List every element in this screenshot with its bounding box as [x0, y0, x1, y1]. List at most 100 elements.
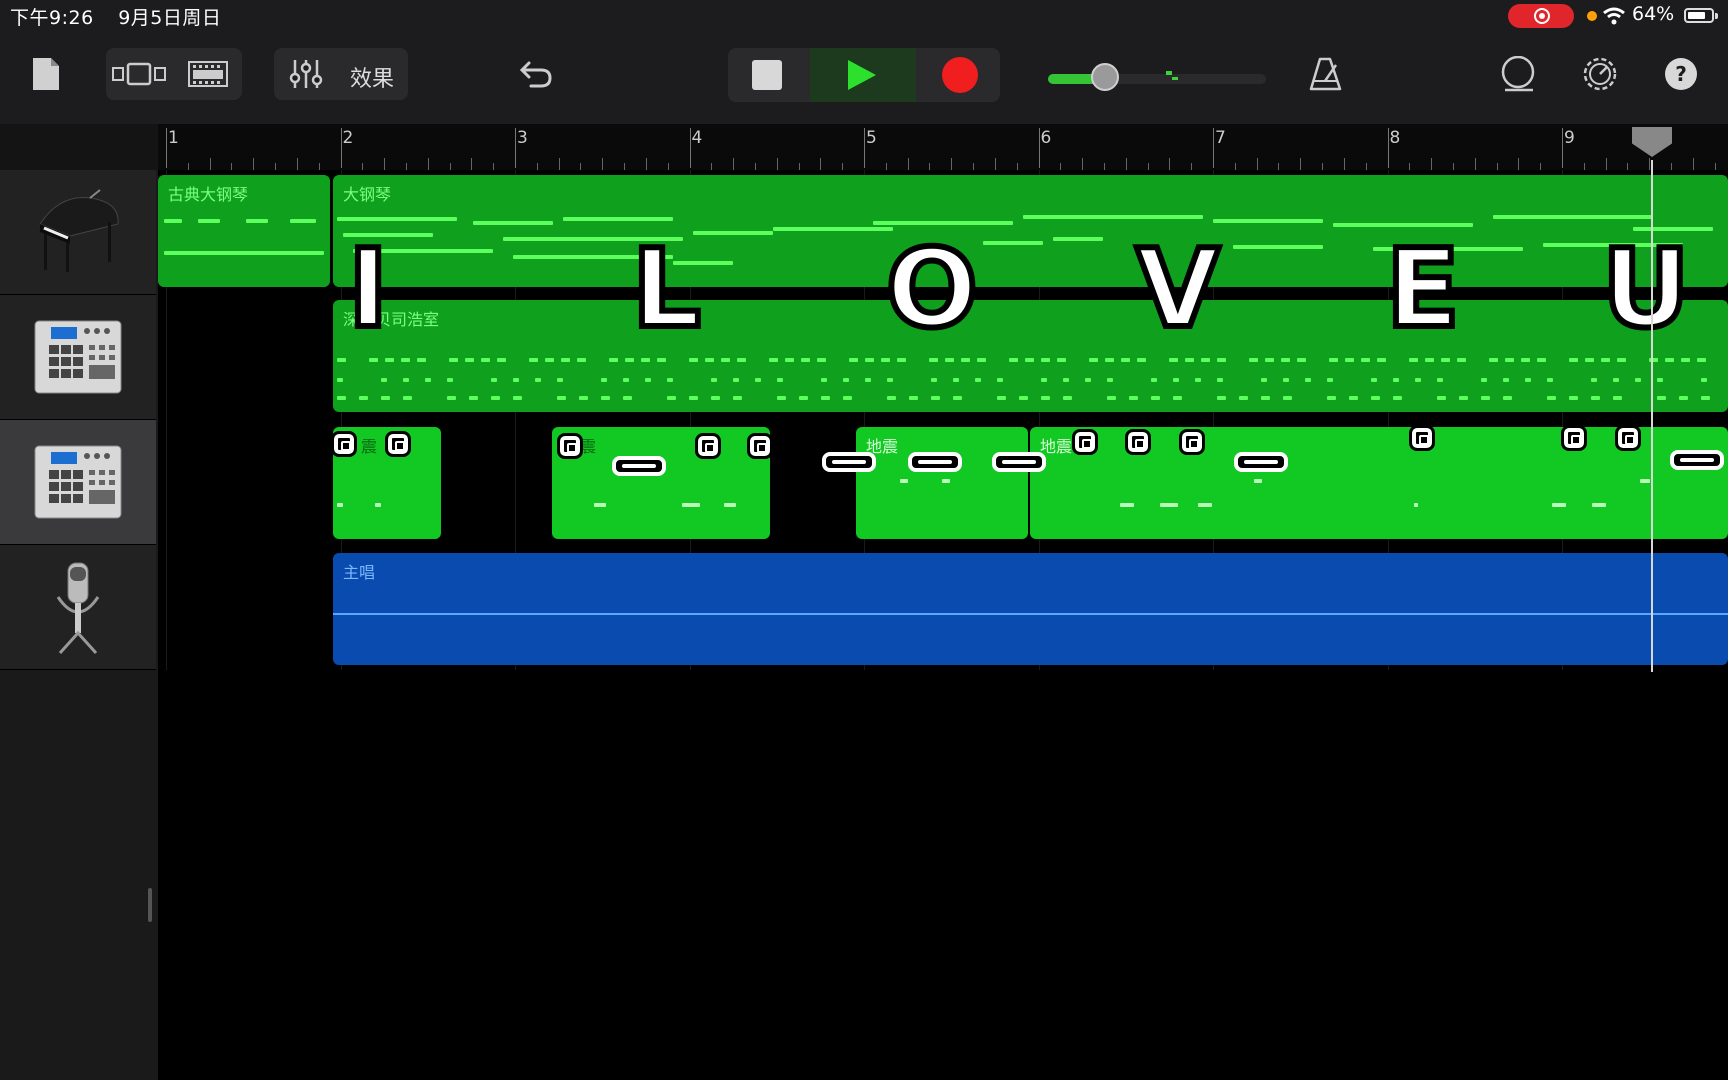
undo-icon[interactable] [516, 48, 556, 100]
timeline-ruler[interactable]: 1 2 3 4 5 6 7 8 9 [158, 124, 1728, 170]
beat-note [1057, 358, 1066, 362]
stop-button[interactable] [752, 60, 782, 90]
track-header-vocal[interactable] [0, 545, 156, 670]
beat-note [961, 358, 970, 362]
marker-square [1072, 429, 1098, 455]
svg-text:?: ? [1675, 62, 1687, 86]
overlay-letter-2: L [629, 227, 704, 352]
marker-square [1179, 429, 1205, 455]
ruler-tick [580, 163, 582, 170]
ruler-tick [209, 158, 211, 170]
beat-note [755, 378, 761, 382]
beat-note [561, 358, 570, 362]
beat-note [403, 378, 409, 382]
battery-percentage: 64% [1632, 3, 1675, 25]
beat-note [1217, 396, 1226, 400]
beat-note [1217, 378, 1223, 382]
track-header-beats-1[interactable] [0, 295, 156, 420]
region-bass-house[interactable]: 深圳贝司浩室 [333, 300, 1728, 412]
beat-note [417, 358, 426, 362]
beat-note [403, 396, 412, 400]
header-resize-handle[interactable] [148, 888, 152, 922]
mixer-icon[interactable] [284, 48, 328, 100]
region-piano-1[interactable]: 古典大钢琴 [158, 175, 330, 287]
beat-note [1547, 396, 1556, 400]
beat-note [733, 378, 739, 382]
beat-note [733, 396, 742, 400]
metronome-icon[interactable] [1304, 48, 1348, 100]
ruler-bar-line [1562, 128, 1563, 168]
record-button[interactable] [942, 57, 978, 93]
volume-knob[interactable] [1090, 63, 1119, 91]
beat-note [529, 358, 538, 362]
ruler-tick [994, 158, 996, 170]
region-piano-2[interactable]: 大钢琴 [333, 175, 1728, 287]
ruler-tick [907, 158, 909, 170]
beat-note [887, 396, 896, 400]
ruler-tick [951, 158, 953, 170]
marker-square [747, 433, 773, 459]
ruler-bar-label: 5 [866, 128, 877, 148]
beat-note [513, 378, 519, 382]
marker-dash [1234, 452, 1288, 472]
settings-icon[interactable] [1578, 48, 1622, 100]
overlay-letter-4: V [1133, 227, 1223, 352]
loop-icon[interactable] [1498, 48, 1538, 100]
beat-note [449, 358, 458, 362]
region-vocal[interactable]: 主唱 [333, 553, 1728, 665]
beat-note [1281, 358, 1290, 362]
effects-button[interactable]: 效果 [350, 61, 394, 93]
marker-square [385, 431, 411, 457]
beat-note [381, 396, 390, 400]
help-icon[interactable]: ? [1662, 48, 1700, 100]
ruler-tick [1322, 163, 1324, 170]
beat-note [337, 378, 343, 382]
beat-note [1201, 358, 1210, 362]
beat-note [1151, 396, 1160, 400]
beat-note [689, 396, 698, 400]
beat-note [337, 358, 346, 362]
screen-recording-indicator[interactable] [1508, 4, 1574, 28]
beat-note [777, 378, 783, 382]
ruler-bar-line [515, 128, 516, 168]
status-time: 下午9:26 [10, 7, 94, 29]
beat-note [705, 358, 714, 362]
track-header-piano[interactable] [0, 170, 156, 295]
ruler-tick [711, 163, 713, 170]
beat-note [1329, 358, 1338, 362]
beat-note [1019, 396, 1028, 400]
beat-note [1701, 378, 1707, 382]
microphone-icon [56, 562, 100, 655]
document-icon[interactable] [26, 48, 66, 100]
browser-view-icon[interactable] [110, 48, 170, 100]
beat-note [513, 396, 522, 400]
grand-piano-icon [39, 189, 119, 272]
beat-note [1063, 378, 1069, 382]
master-volume-slider[interactable] [1048, 63, 1268, 91]
beat-note [1041, 396, 1050, 400]
beat-note [601, 396, 610, 400]
beat-note [909, 396, 918, 400]
beat-note [1681, 358, 1690, 362]
beat-note [1371, 378, 1377, 382]
track-header-beats-2[interactable] [0, 420, 156, 545]
beat-note [1601, 358, 1610, 362]
marker-square [1615, 425, 1641, 451]
beat-note [843, 378, 849, 382]
transport-controls [728, 48, 1000, 102]
play-button[interactable] [848, 60, 876, 90]
beat-note [1613, 378, 1619, 382]
toolbar: 效果 ? [0, 32, 1728, 124]
region-quake-2[interactable]: 震 [552, 427, 770, 539]
tracks-view-icon[interactable] [186, 48, 230, 100]
beat-note [1283, 378, 1289, 382]
beat-note [1591, 396, 1600, 400]
beat-note [953, 396, 962, 400]
beat-note [769, 358, 778, 362]
ruler-bar-label: 4 [691, 128, 703, 148]
region-quake-3[interactable]: 地震 [856, 427, 1028, 539]
beat-note [491, 378, 497, 382]
battery-icon [1684, 8, 1718, 23]
beat-note [1665, 358, 1674, 362]
ruler-tick [362, 163, 364, 170]
